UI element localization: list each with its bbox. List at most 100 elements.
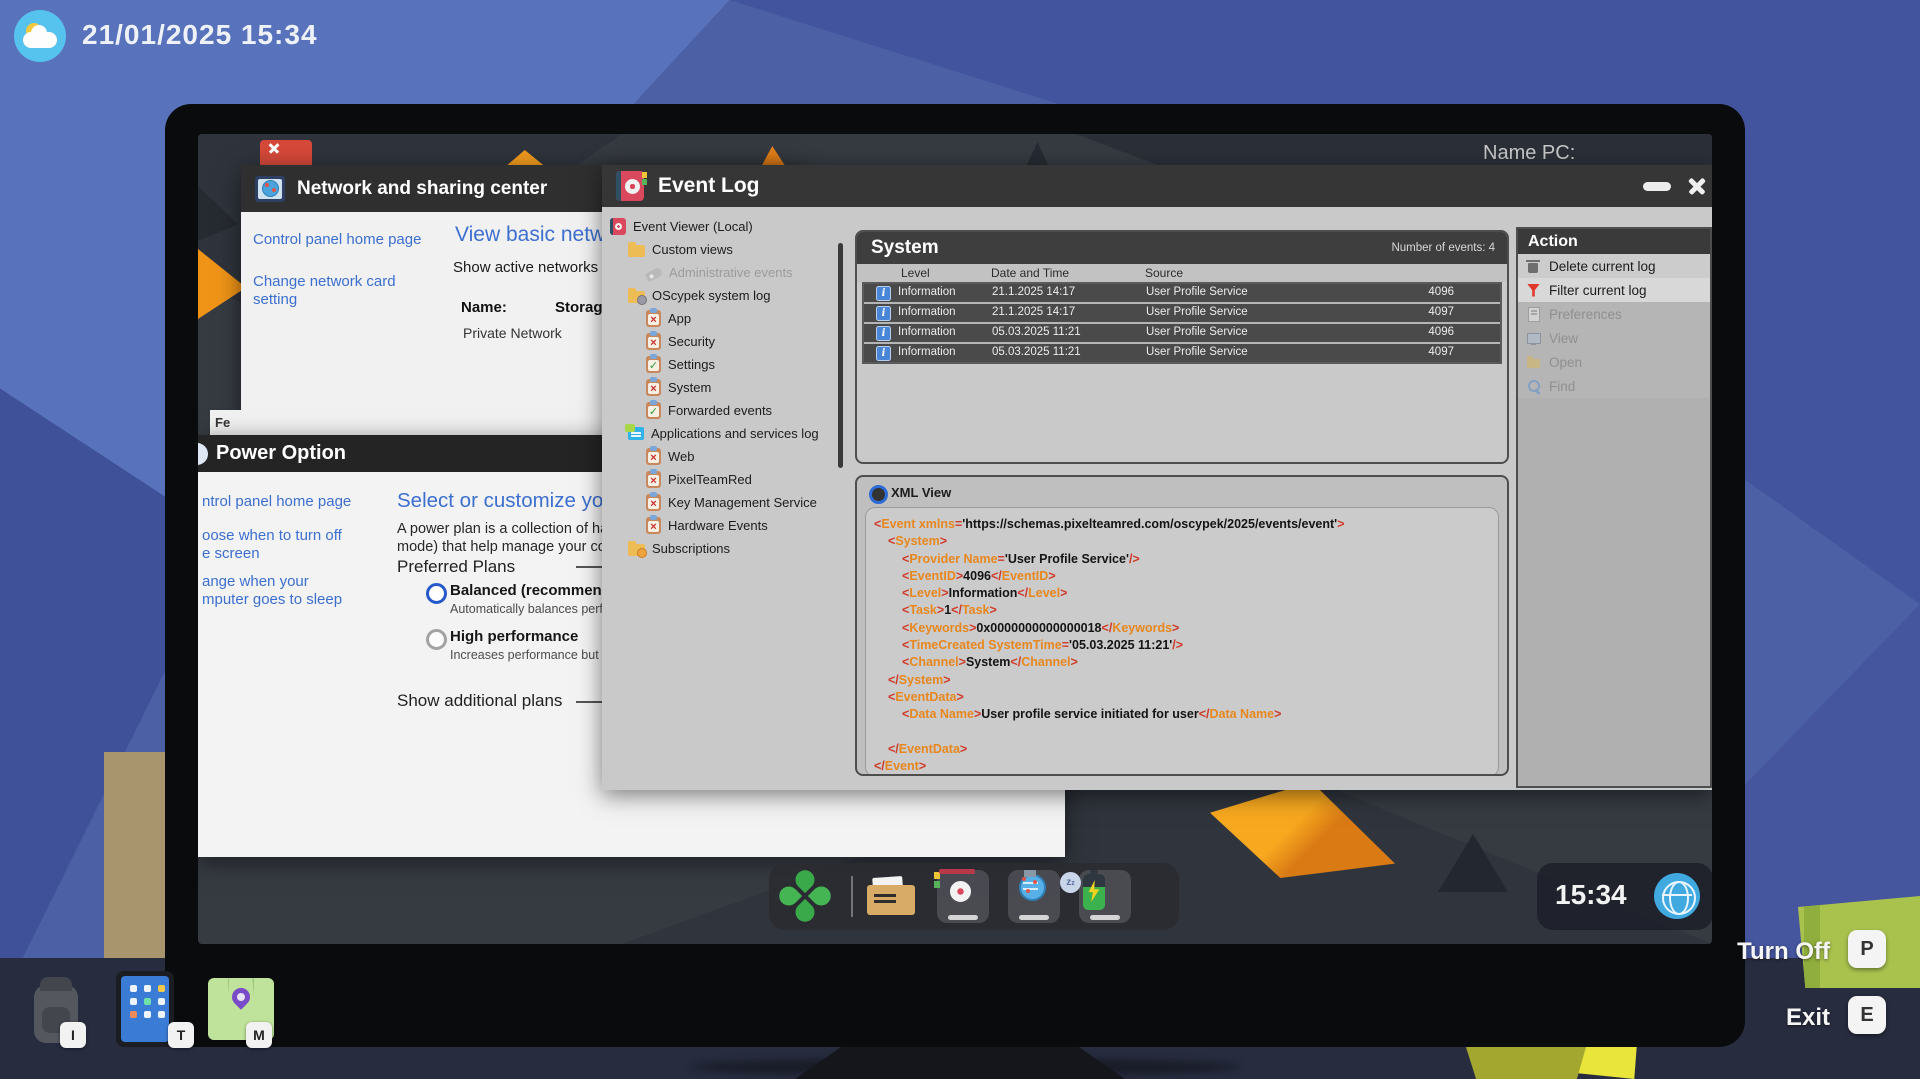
tree-item-label: Key Management Service [668,495,817,510]
tree-item-oscypek-system-log[interactable]: OScypek system log [610,284,842,307]
link-control-panel-home[interactable]: Control panel home page [253,231,428,249]
event-datetime: 05.03.2025 11:21 [992,346,1081,358]
tree-item-settings[interactable]: ✓Settings [610,353,842,376]
minimize-button[interactable] [1643,182,1671,191]
taskbar-clock: 15:34 [1537,863,1712,930]
tree-item-app[interactable]: × App [610,307,842,330]
file-manager-icon[interactable] [867,877,915,915]
show-additional-plans[interactable]: Show additional plans [397,691,562,711]
event-row[interactable]: iInformation05.03.2025 11:21User Profile… [864,324,1500,344]
event-row[interactable]: iInformation05.03.2025 11:21User Profile… [864,344,1500,362]
column-datetime: Date and Time [991,266,1069,280]
tree-item-label: OScypek system log [652,288,771,303]
action-open[interactable]: Open [1518,350,1710,374]
power-link-0[interactable]: ntrol panel home page [202,493,351,510]
monitor-bezel: Name PC: PC_ITRoom_1 Network and sharing… [165,104,1745,1047]
shortcut-tablet[interactable] [116,971,174,1047]
action-preferences[interactable]: Preferences [1518,302,1710,326]
information-icon: i [876,306,891,321]
tree-item-security[interactable]: ×Security [610,330,842,353]
power-window-title: Power Option [216,442,346,465]
tree-item-key-management-service[interactable]: ×Key Management Service [610,491,842,514]
xml-line: <Channel>System</Channel> [866,654,1498,671]
weather-icon [14,10,66,62]
event-row[interactable]: iInformation21.1.2025 14:17User Profile … [864,304,1500,324]
xml-content: <Event xmlns='https://schemas.pixelteamr… [865,507,1499,776]
event-id: 4096 [1394,286,1454,298]
tree-item-hardware-events[interactable]: × Hardware Events [610,514,842,537]
clip-x-icon: × [646,471,661,488]
event-datetime: 05.03.2025 11:21 [992,326,1081,338]
high-performance-label[interactable]: High performance [450,628,578,645]
tree-item-subscriptions[interactable]: Subscriptions [610,537,842,560]
tree-item-web[interactable]: ×Web [610,445,842,468]
tree-item-administrative-events[interactable]: Administrative events [610,261,842,284]
app-launcher-icon[interactable] [774,865,836,927]
radio-balanced[interactable] [426,583,447,604]
tree-item-label: Web [668,449,695,464]
clip-x-icon: × [646,379,661,396]
balanced-plan-desc: Automatically balances perfor [450,602,614,616]
action-panel-header: Action [1518,229,1710,254]
turn-off-key-badge: P [1848,930,1886,968]
action-view[interactable]: View [1518,326,1710,350]
power-link-3[interactable]: ange when your [202,573,309,590]
show-active-networks-label: Show active networks [453,259,598,276]
tree-item-pixelteamred[interactable]: ×PixelTeamRed [610,468,842,491]
tree-item-event-viewer-local[interactable]: Event Viewer (Local) [610,215,842,238]
balanced-plan-label[interactable]: Balanced (recommend [450,582,611,599]
tree-item-custom-views[interactable]: Custom views [610,238,842,261]
event-log-window-title: Event Log [658,174,760,198]
power-link-1[interactable]: oose when to turn off [202,527,342,544]
dock-power[interactable]: zz [1079,870,1131,923]
tree-scrollbar[interactable] [838,243,843,468]
action-label: Filter current log [1549,283,1647,298]
event-id: 4096 [1394,326,1454,338]
exit-button[interactable]: Exit [1640,1004,1830,1032]
tree-item-applications-and-services-log[interactable]: Applications and services log [610,422,842,445]
desktop-app-icon[interactable] [260,140,312,168]
action-delete-current-log[interactable]: Delete current log [1518,254,1710,278]
taskbar-time: 15:34 [1555,879,1627,911]
monitor-stand [795,1047,1125,1079]
xml-view-radio[interactable] [869,485,888,504]
radio-high-performance[interactable] [426,629,447,650]
globe-network-icon[interactable] [1654,873,1700,919]
network-name-label: Name: [461,299,507,316]
power-link-4[interactable]: mputer goes to sleep [202,591,342,608]
dock-event-log[interactable] [937,870,989,923]
folder-icon [628,245,645,257]
action-panel-title: Action [1528,233,1578,251]
action-filter-current-log[interactable]: Filter current log [1518,278,1710,302]
action-label: Find [1549,379,1575,394]
folder-gear-icon [628,291,645,303]
tree-item-label: Administrative events [669,265,793,280]
tree-item-label: Event Viewer (Local) [633,219,753,234]
action-find[interactable]: Find [1518,374,1710,398]
tree-item-forwarded-events[interactable]: ✓Forwarded events [610,399,842,422]
hud-datetime: 21/01/2025 15:34 [82,19,318,51]
link-change-network-card[interactable]: Change network card setting [253,273,413,309]
event-level: Information [898,306,956,318]
information-icon: i [876,326,891,341]
tree-item-system[interactable]: ×System [610,376,842,399]
shortcut-tablet-key: T [168,1022,194,1048]
clip-x-icon: × [646,310,661,327]
power-link-2[interactable]: e screen [202,545,260,562]
tree-item-label: Hardware Events [668,518,768,533]
close-icon[interactable] [1684,173,1710,199]
clip-x-icon: × [646,517,661,534]
xml-line: <EventID>4096</EventID> [866,568,1498,585]
action-label: Open [1549,355,1582,370]
event-log-titlebar[interactable]: Event Log [602,165,1712,207]
event-row[interactable]: iInformation21.1.2025 14:17User Profile … [864,284,1500,304]
xml-line: <Event xmlns='https://schemas.pixelteamr… [866,516,1498,533]
preferred-plans-label: Preferred Plans [397,557,515,577]
dock-network[interactable] [1008,870,1060,923]
apps-icon [628,427,644,440]
tree-item-label: Security [668,334,715,349]
find-icon [1526,379,1541,394]
tree-item-label: App [668,311,691,326]
turn-off-button[interactable]: Turn Off [1640,938,1830,966]
xml-line: </EventData> [866,741,1498,758]
